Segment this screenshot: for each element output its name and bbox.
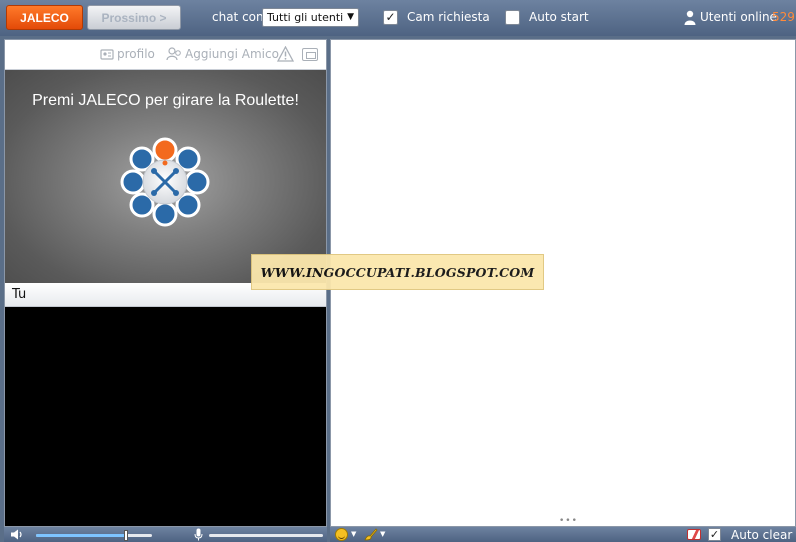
users-online-count: 529 bbox=[772, 10, 795, 24]
add-friend-label: Aggiungi Amico bbox=[185, 47, 279, 61]
smiley-icon[interactable] bbox=[335, 528, 348, 541]
next-button[interactable]: Prossimo > bbox=[87, 5, 181, 30]
speaker-icon[interactable] bbox=[10, 529, 24, 540]
cam-required-label: Cam richiesta bbox=[407, 10, 490, 24]
checkmark-icon: ✓ bbox=[385, 10, 396, 24]
auto-clear-label: Auto clear bbox=[731, 528, 793, 542]
audio-controls-bar bbox=[4, 527, 327, 542]
volume-slider-fill bbox=[36, 534, 127, 537]
auto-start-checkbox[interactable] bbox=[505, 10, 520, 25]
chevron-down-icon[interactable]: ▼ bbox=[380, 530, 385, 538]
stranger-video: Premi JALECO per girare la Roulette! bbox=[5, 70, 326, 283]
cam-required-checkbox[interactable]: ✓ bbox=[383, 10, 398, 25]
volume-slider-handle[interactable] bbox=[124, 530, 129, 541]
volume-slider[interactable] bbox=[36, 530, 152, 541]
resize-handle-icon[interactable]: ••• bbox=[559, 516, 578, 526]
user-icon bbox=[684, 10, 696, 25]
chat-toolbar: ▼ ▼ ✓ Auto clear bbox=[330, 527, 796, 542]
add-friend-button[interactable]: Aggiungi Amico bbox=[166, 47, 279, 61]
paint-brush-icon[interactable] bbox=[364, 528, 378, 541]
chat-with-label: chat con bbox=[212, 10, 264, 24]
eraser-icon[interactable] bbox=[687, 529, 701, 540]
top-toolbar: JALECO Prossimo > chat con Tutti gli ute… bbox=[0, 0, 796, 36]
self-video bbox=[5, 307, 326, 526]
chevron-down-icon: ▼ bbox=[347, 12, 354, 22]
chat-with-value: Tutti gli utenti bbox=[267, 11, 344, 24]
chevron-down-icon[interactable]: ▼ bbox=[351, 530, 356, 538]
fullscreen-icon[interactable] bbox=[302, 48, 318, 61]
roulette-message: Premi JALECO per girare la Roulette! bbox=[32, 92, 299, 109]
profile-button[interactable]: profilo bbox=[100, 47, 155, 61]
users-online-label: Utenti online bbox=[700, 10, 777, 24]
stranger-toolbar: profilo Aggiungi Amico bbox=[5, 40, 326, 70]
jaleco-button[interactable]: JALECO bbox=[6, 5, 83, 30]
checkmark-icon: ✓ bbox=[709, 528, 720, 541]
add-friend-icon bbox=[166, 47, 181, 61]
auto-start-label: Auto start bbox=[529, 10, 589, 24]
watermark-banner: WWW.INGOCCUPATI.BLOGSPOT.COM bbox=[251, 254, 544, 290]
roulette-logo-icon bbox=[120, 137, 210, 227]
profile-card-icon bbox=[100, 49, 114, 60]
chat-with-select[interactable]: Tutti gli utenti ▼ bbox=[262, 8, 359, 27]
report-warning-icon[interactable] bbox=[277, 46, 294, 62]
microphone-slider[interactable] bbox=[209, 534, 323, 537]
profile-label: profilo bbox=[117, 47, 155, 61]
microphone-icon[interactable] bbox=[194, 528, 203, 541]
auto-clear-checkbox[interactable]: ✓ bbox=[708, 528, 721, 541]
